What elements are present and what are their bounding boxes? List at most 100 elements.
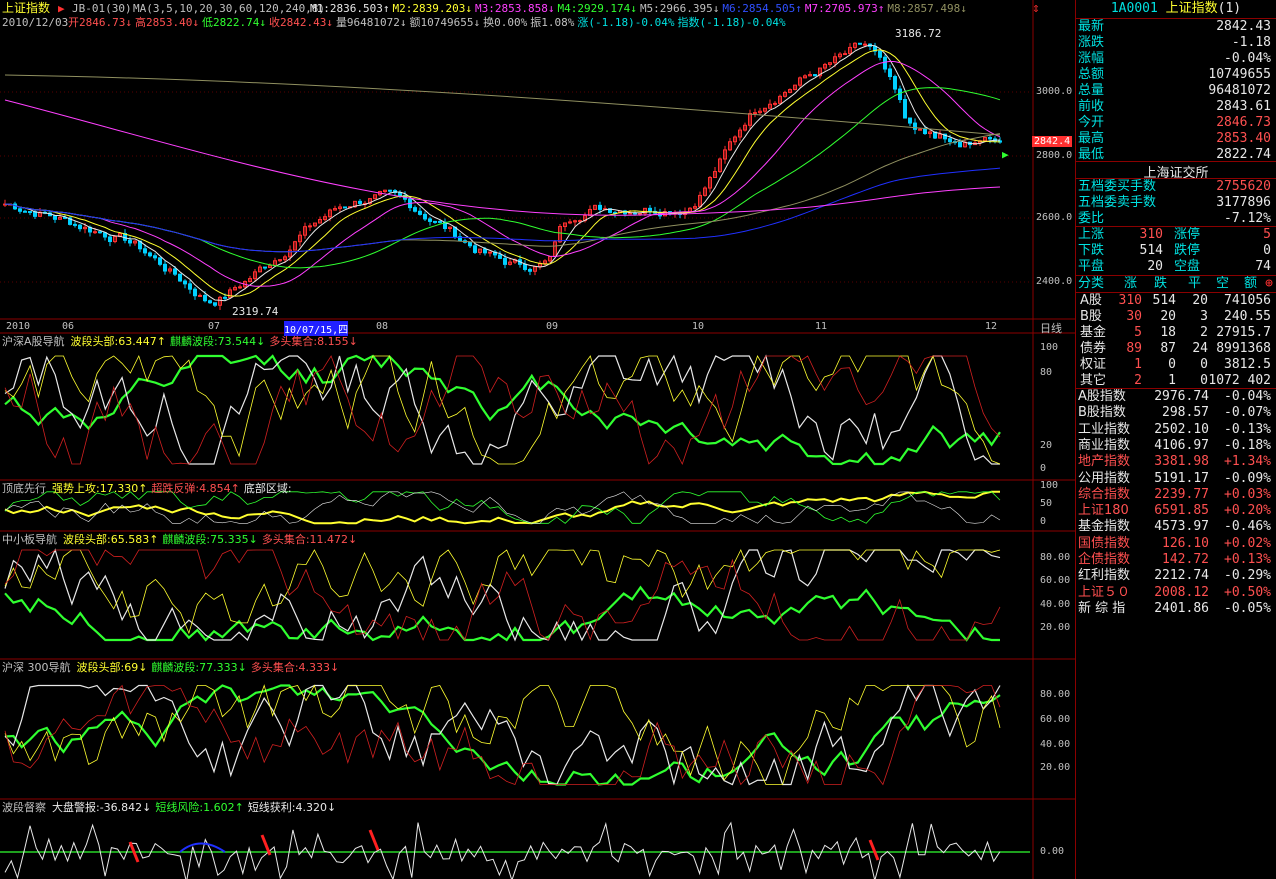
candle-body [418, 210, 422, 215]
index-row-value: 4573.97 [1154, 519, 1209, 535]
candle-body [308, 225, 312, 228]
index-row[interactable]: 上证180 6591.85 +0.20% [1076, 503, 1275, 519]
high-label: 3186.72 [895, 27, 942, 40]
index-row-value: 2239.77 [1154, 486, 1209, 502]
indicator-line [4, 490, 1000, 525]
candle-body [813, 74, 817, 77]
class-header-cell: 分类 [1078, 276, 1105, 291]
day-label[interactable]: 日线 [1040, 320, 1062, 336]
breadth-label: 涨停 [1174, 227, 1201, 242]
panel-legend-item: 麒麟波段:75.335↓ [162, 533, 258, 546]
panel-tick: 20.00 [1040, 622, 1071, 633]
index-row[interactable]: 国债指数 126.10 +0.02% [1076, 536, 1275, 552]
class-header-cell: 涨 [1124, 276, 1138, 291]
ma-line [4, 74, 1001, 136]
indicator-line [4, 684, 1001, 786]
sidebar-divider [1076, 388, 1276, 389]
breadth-value: 5 [1263, 227, 1271, 242]
candle-body [108, 236, 112, 243]
panel-tick: 0 [1040, 463, 1047, 474]
sidebar-divider [1076, 178, 1276, 179]
candle-body [343, 206, 347, 209]
index-row-name: 基金指数 [1078, 519, 1131, 535]
quote-row: 五档委卖手数 3177896 [1076, 195, 1275, 211]
panel-legend: 沪深 300导航 波段头部:69↓ 麒麟波段:77.333↓ 多头集合:4.333↓ [2, 661, 343, 675]
index-row-name: 国债指数 [1078, 535, 1131, 551]
price-tick: 3000.0 [1036, 86, 1073, 97]
quote-item: 高2853.40↓ [134, 16, 199, 29]
quote-label: 涨幅 [1078, 51, 1105, 66]
candle-body [843, 53, 847, 56]
index-row-name: B股指数 [1078, 405, 1126, 421]
indicator-line [4, 684, 1001, 785]
candle-body [523, 263, 527, 270]
candle-body [178, 273, 182, 282]
class-amount: 240.55 [1224, 309, 1271, 324]
time-tick: 2010 [6, 321, 31, 332]
candle-body [158, 257, 162, 265]
class-cell: 24 [1192, 341, 1208, 356]
index-row[interactable]: 公用指数 5191.17 -0.09% [1076, 471, 1275, 487]
candle-body [223, 296, 227, 299]
panel-legend: 中小板导航 波段头部:65.583↑ 麒麟波段:75.335↓ 多头集合:11.472… [2, 533, 361, 547]
candle-body [498, 254, 502, 259]
candle-body [438, 220, 442, 223]
index-row[interactable]: 新 综 指 2401.86 -0.05% [1076, 601, 1275, 617]
window-restore-icon[interactable]: ⇕ [1032, 0, 1040, 17]
quote-label: 今开 [1078, 115, 1105, 130]
indicator-line [4, 684, 1001, 786]
quote-value: -0.04% [1224, 51, 1271, 66]
class-cell: 514 [1152, 293, 1176, 308]
index-row[interactable]: 上证５０ 2008.12 +0.50% [1076, 585, 1275, 601]
breadth-label: 平盘 [1078, 259, 1105, 274]
chart-canvas[interactable] [0, 0, 1075, 879]
time-tick: 12 [985, 321, 998, 332]
class-name: 基金 [1080, 325, 1107, 340]
candle-body [423, 213, 427, 220]
index-row[interactable]: 工业指数 2502.10 -0.13% [1076, 422, 1275, 438]
indicator-line [4, 549, 1001, 642]
candle-body [888, 68, 892, 78]
index-row[interactable]: A股指数 2976.74 -0.04% [1076, 389, 1275, 405]
indicator-line [4, 548, 1001, 642]
sidebar-divider [1076, 226, 1276, 227]
index-row-change: -0.18% [1224, 437, 1271, 453]
target-icon[interactable]: ⊕ [1265, 276, 1273, 292]
class-cell: 3 [1200, 309, 1208, 324]
index-row[interactable]: 企债指数 142.72 +0.13% [1076, 552, 1275, 568]
candle-body [148, 252, 152, 257]
index-row-name: 上证180 [1078, 503, 1129, 519]
candle-body [773, 102, 777, 105]
candles [3, 41, 1002, 310]
candle-body [388, 189, 392, 192]
quote-label: 前收 [1078, 99, 1105, 114]
time-tick: 10 [692, 321, 705, 332]
candle-body [98, 231, 102, 234]
index-row-change: +0.02% [1224, 535, 1271, 551]
class-header-cell: 平 [1188, 276, 1202, 291]
index-row[interactable]: 基金指数 4573.97 -0.46% [1076, 519, 1275, 535]
quote-row: 最高 2853.40 [1076, 131, 1275, 147]
candle-body [263, 266, 267, 269]
index-row-change: -0.07% [1224, 405, 1271, 421]
candle-body [103, 232, 107, 238]
candle-body [183, 280, 187, 285]
low-label: 2319.74 [232, 305, 279, 318]
index-row[interactable]: 综合指数 2239.77 +0.03% [1076, 487, 1275, 503]
breadth-label: 空盘 [1174, 259, 1201, 274]
panel-tick: 80.00 [1040, 689, 1071, 700]
index-row[interactable]: 红利指数 2212.74 -0.29% [1076, 568, 1275, 584]
index-suffix: (1) [1217, 1, 1242, 16]
indicator-line [4, 354, 1000, 465]
quote-row: 涨幅 -0.04% [1076, 51, 1275, 67]
index-row[interactable]: B股指数 298.57 -0.07% [1076, 405, 1275, 421]
panel-tick: 100 [1040, 342, 1059, 353]
index-row[interactable]: 商业指数 4106.97 -0.18% [1076, 438, 1275, 454]
quote-item: 额10749655↓ [409, 16, 481, 29]
index-row[interactable]: 地产指数 3381.98 +1.34% [1076, 454, 1275, 470]
panel-tick: 40.00 [1040, 739, 1071, 750]
panel-tick: 60.00 [1040, 575, 1071, 586]
candle-body [23, 210, 27, 213]
index-row-change: -0.09% [1224, 470, 1271, 486]
quote-line: 开2846.73↓ 高2853.40↓ 低2822.74↓ 收2842.43↓ 量964… [68, 14, 789, 31]
